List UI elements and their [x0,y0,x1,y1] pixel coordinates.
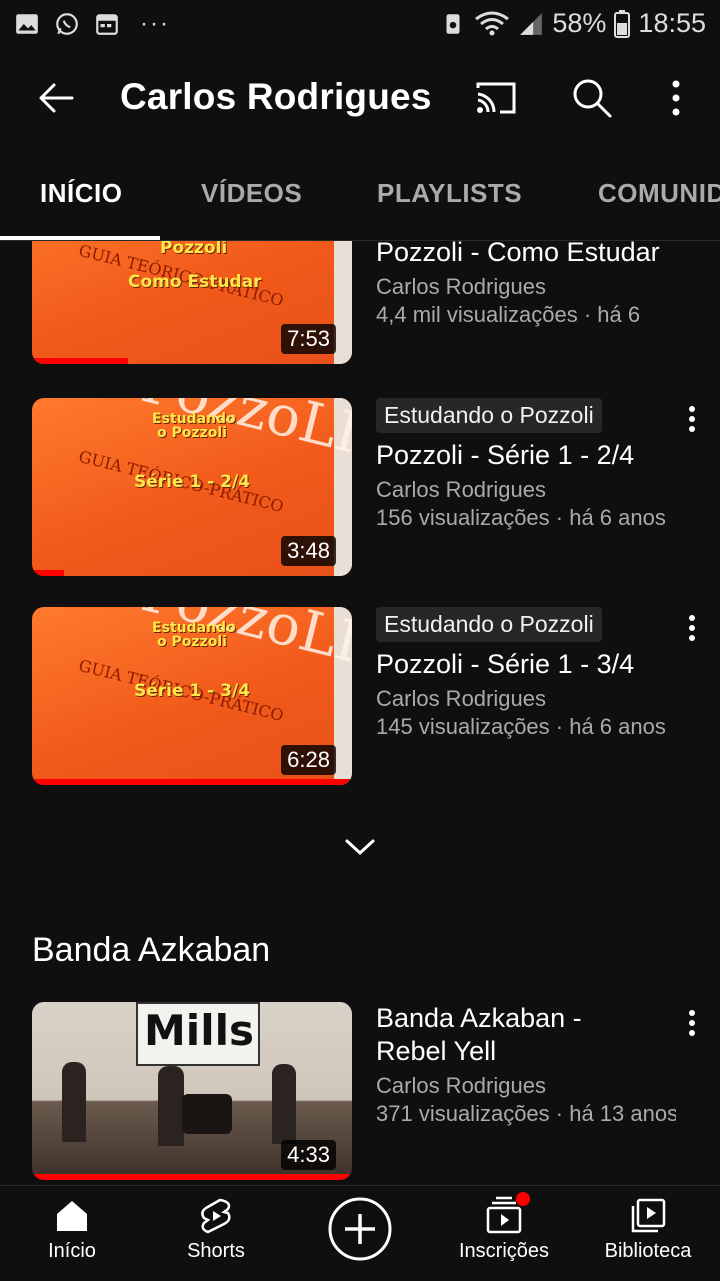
nav-item-shorts[interactable]: Shorts [156,1196,276,1263]
tab-playlists[interactable]: PLAYLISTS [377,178,522,209]
signal-icon [520,12,543,35]
video-stats: 156 visualizações · há 6 anos [376,505,666,530]
video-channel: Carlos Rodrigues [376,1073,546,1098]
gallery-notification-icon [16,14,38,34]
tab-comunidade[interactable]: COMUNID [598,178,720,209]
watch-progress-bar [32,779,352,785]
video-duration: 3:48 [281,536,336,566]
nav-label: Biblioteca [604,1240,692,1262]
nav-item-inscricoes[interactable]: Inscrições [444,1192,564,1263]
calendar-notification-icon [96,14,118,35]
thumbnail-caption: Série 1 - 2/4 [134,472,251,492]
channel-title: Carlos Rodrigues [120,76,432,117]
thumbnail-text: Estudando o Pozzoli [152,411,236,441]
video-thumbnail[interactable]: Pozzoli GUIA TEÓRICO-PRÁTICO Como Estuda… [32,241,352,364]
thumbnail-text: Pozzoli [160,241,228,258]
playlist-badge: Estudando o Pozzoli [376,398,602,433]
video-item[interactable]: Pozzoli GUIA TEÓRICO-PRÁTICO Como Estuda… [0,241,720,366]
wifi-icon [475,11,510,35]
nav-item-inicio[interactable]: Início [12,1196,132,1263]
watch-progress-bar [32,570,64,576]
video-stats: 371 visualizações · há 13 anos [376,1101,676,1126]
video-channel: Carlos Rodrigues [376,477,546,502]
status-bar: ··· 58% 18:55 [0,0,720,50]
section-title[interactable]: Banda Azkaban [32,931,270,970]
more-notifications-icon: ··· [140,10,170,37]
video-title-line-2[interactable]: Rebel Yell [376,1035,676,1068]
video-title[interactable]: Pozzoli - Série 1 - 2/4 [376,439,676,472]
video-title-line-1[interactable]: Banda Azkaban - [376,1002,676,1035]
clock: 18:55 [638,8,706,38]
library-icon [631,1198,666,1233]
video-stats: 145 visualizações · há 6 anos [376,714,666,739]
video-title[interactable]: Pozzoli - Série 1 - 3/4 [376,648,676,681]
nav-label: Shorts [187,1240,245,1262]
back-arrow-icon[interactable] [36,78,76,118]
bottom-navigation: Início Shorts Inscrições Biblioteca [0,1185,720,1281]
data-saver-icon [446,13,460,34]
search-icon[interactable] [570,76,614,120]
video-item[interactable]: PozzoLI Estudando o Pozzoli GUIA TEÓRICO… [0,398,720,578]
more-options-icon[interactable] [680,404,704,434]
video-title[interactable]: Pozzoli - Como Estudar [376,241,676,269]
overflow-menu-icon[interactable] [654,76,698,120]
create-icon [328,1197,392,1261]
channel-tabs: INÍCIO VÍDEOS PLAYLISTS COMUNID [0,150,720,241]
battery-percentage: 58% [552,8,607,38]
nav-item-biblioteca[interactable]: Biblioteca [588,1196,708,1263]
nav-label: Início [48,1240,96,1262]
video-channel: Carlos Rodrigues [376,274,546,299]
tab-inicio[interactable]: INÍCIO [40,178,122,209]
watch-progress-bar [32,1174,352,1180]
notification-dot [516,1192,530,1206]
video-duration: 4:33 [281,1140,336,1170]
thumbnail-caption: Como Estudar [128,272,262,292]
more-options-icon[interactable] [680,1008,704,1038]
playlist-badge: Estudando o Pozzoli [376,607,602,642]
video-duration: 6:28 [281,745,336,775]
more-options-icon[interactable] [680,613,704,643]
active-tab-indicator [0,236,160,240]
watch-progress-bar [32,358,128,364]
tab-videos[interactable]: VÍDEOS [201,178,302,209]
video-thumbnail[interactable]: PozzoLI Estudando o Pozzoli GUIA TEÓRICO… [32,607,352,785]
battery-icon [614,9,631,38]
video-thumbnail[interactable]: PozzoLI Estudando o Pozzoli GUIA TEÓRICO… [32,398,352,576]
cast-icon[interactable] [474,76,518,120]
shorts-icon [201,1198,231,1234]
video-stats: 4,4 mil visualizações · há 6 [376,302,641,327]
thumbnail-text: Estudando o Pozzoli [152,620,236,650]
video-item[interactable]: PozzoLI Estudando o Pozzoli GUIA TEÓRICO… [0,607,720,787]
channel-feed[interactable]: Pozzoli GUIA TEÓRICO-PRÁTICO Como Estuda… [0,241,720,1185]
whatsapp-notification-icon [56,13,78,35]
video-thumbnail[interactable]: Mills 4:33 [32,1002,352,1180]
chevron-down-icon[interactable] [344,837,376,857]
video-duration: 7:53 [281,324,336,354]
thumbnail-caption: Série 1 - 3/4 [134,681,251,701]
video-channel: Carlos Rodrigues [376,686,546,711]
thumbnail-text: Mills [144,1006,254,1055]
create-button[interactable] [300,1196,420,1262]
nav-label: Inscrições [458,1240,550,1262]
app-bar: Carlos Rodrigues [0,52,720,144]
video-item[interactable]: Mills 4:33 Banda Azkaban - Rebel Yell Ca… [0,1002,720,1182]
home-icon [57,1201,87,1231]
